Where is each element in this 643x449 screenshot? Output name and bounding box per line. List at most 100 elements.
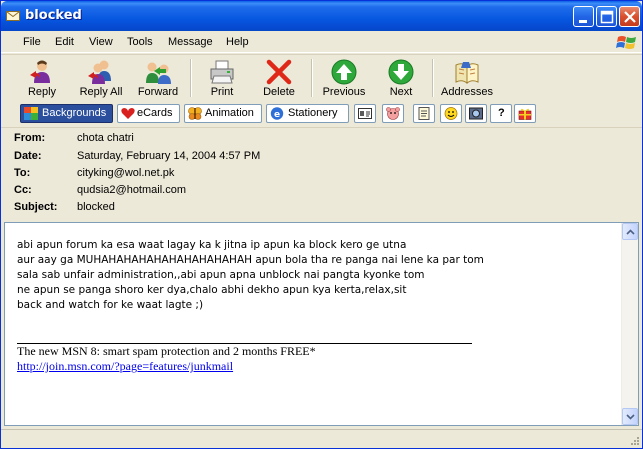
print-label: Print: [210, 86, 234, 98]
reply-label: Reply: [27, 86, 57, 98]
emoticon-animal-button[interactable]: [382, 104, 404, 123]
backgrounds-label: Backgrounds: [42, 107, 107, 119]
status-bar: [1, 429, 642, 448]
camera-icon: [469, 107, 483, 120]
menu-message[interactable]: Message: [168, 36, 213, 48]
menu-view[interactable]: View: [89, 36, 113, 48]
reply-all-button[interactable]: Reply All: [75, 57, 127, 100]
maximize-button[interactable]: [596, 6, 617, 27]
date-value: Saturday, February 14, 2004 4:57 PM: [77, 150, 261, 162]
message-header: From: chota chatri Date: Saturday, Febru…: [1, 127, 642, 221]
to-label: To:: [14, 167, 31, 179]
backgrounds-icon: [24, 107, 38, 120]
animation-button[interactable]: Animation: [184, 104, 262, 123]
chevron-up-icon: [626, 229, 635, 235]
resize-grip-icon[interactable]: [628, 434, 640, 446]
message-line: back and watch for ke waat lagte ;): [17, 299, 204, 311]
address-book-icon: [455, 62, 479, 85]
question-mark-icon: ?: [498, 107, 505, 119]
menu-bar: File Edit View Tools Message Help: [1, 31, 642, 53]
message-line: ne apun se panga shoro ker dya,chalo abh…: [17, 284, 407, 296]
heart-icon: [121, 108, 135, 119]
delete-button[interactable]: Delete: [257, 57, 301, 100]
message-line: aur aay ga MUHAHAHAHAHAHAHAHAHAHAH apun …: [17, 254, 484, 266]
to-value[interactable]: cityking@wol.net.pk: [77, 167, 174, 179]
stationery-label: Stationery: [288, 107, 338, 119]
forward-button[interactable]: Forward: [135, 57, 181, 100]
delete-label: Delete: [263, 86, 295, 98]
contact-card-icon: [358, 108, 372, 119]
message-line: sala sab unfair administration,,abi apun…: [17, 269, 425, 281]
smiley-icon: [444, 107, 458, 120]
title-bar[interactable]: blocked: [1, 1, 642, 31]
subject-label: Subject:: [14, 201, 58, 213]
emoticon-button[interactable]: [440, 104, 462, 123]
toolbar: Reply Reply All Forward Print Delete Pre…: [1, 54, 642, 101]
svg-text:e: e: [274, 110, 280, 120]
notepad-icon: [418, 107, 430, 120]
menu-help[interactable]: Help: [226, 36, 249, 48]
forward-icon: [146, 62, 171, 84]
reply-icon: [30, 60, 50, 83]
animation-label: Animation: [205, 107, 254, 119]
vertical-scrollbar[interactable]: [621, 223, 638, 425]
animal-face-icon: [386, 107, 400, 120]
toolbar-separator: [311, 59, 313, 97]
close-icon: [624, 11, 636, 23]
addresses-button[interactable]: Addresses: [439, 57, 495, 100]
signature-promo: The new MSN 8: smart spam protection and…: [17, 344, 316, 358]
minimize-icon: [579, 20, 587, 23]
next-button[interactable]: Next: [381, 57, 421, 100]
minimize-button[interactable]: [573, 6, 594, 27]
chevron-down-icon: [626, 414, 635, 420]
butterfly-icon: [188, 107, 202, 120]
help-button[interactable]: ?: [490, 104, 512, 123]
menu-tools[interactable]: Tools: [127, 36, 153, 48]
menu-edit[interactable]: Edit: [55, 36, 74, 48]
ecards-label: eCards: [137, 107, 173, 119]
toolbar-separator: [190, 59, 192, 97]
gift-button[interactable]: [514, 104, 536, 123]
cc-label: Cc:: [14, 184, 32, 196]
gift-icon: [518, 108, 532, 120]
maximize-icon: [600, 10, 614, 24]
stationery-toolbar: Backgrounds eCards Animation e Stationer…: [1, 102, 642, 126]
contact-card-button[interactable]: [354, 104, 376, 123]
arrow-up-icon: [331, 59, 357, 85]
ecards-button[interactable]: eCards: [117, 104, 180, 123]
stationery-icon: e: [270, 107, 284, 120]
envelope-icon: [6, 11, 20, 21]
delete-icon: [266, 59, 292, 85]
scroll-up-button[interactable]: [622, 223, 638, 240]
from-value[interactable]: chota chatri: [77, 132, 134, 144]
stationery-button[interactable]: e Stationery: [266, 104, 349, 123]
print-button[interactable]: Print: [201, 57, 243, 100]
addresses-label: Addresses: [441, 86, 493, 98]
message-text: abi apun forum ka esa waat lagay ka k ji…: [17, 238, 484, 313]
signature-link[interactable]: http://join.msn.com/?page=features/junkm…: [17, 359, 316, 374]
arrow-down-icon: [388, 59, 414, 85]
notepad-button[interactable]: [413, 104, 435, 123]
window-title: blocked: [25, 8, 82, 23]
webcam-button[interactable]: [465, 104, 487, 123]
cc-value[interactable]: qudsia2@hotmail.com: [77, 184, 186, 196]
message-window: blocked File Edit View Tools Message Hel…: [0, 0, 643, 449]
reply-button[interactable]: Reply: [19, 57, 65, 100]
toolbar-separator: [432, 59, 434, 97]
close-button[interactable]: [619, 6, 640, 27]
printer-icon: [210, 60, 234, 84]
forward-label: Forward: [137, 86, 179, 98]
signature: The new MSN 8: smart spam protection and…: [17, 344, 316, 374]
reply-all-label: Reply All: [79, 86, 123, 98]
windows-logo-icon: [616, 36, 636, 49]
date-label: Date:: [14, 150, 42, 162]
from-label: From:: [14, 132, 46, 144]
subject-value: blocked: [77, 201, 115, 213]
menu-file[interactable]: File: [23, 36, 41, 48]
scroll-down-button[interactable]: [622, 408, 638, 425]
reply-all-icon: [88, 60, 111, 84]
backgrounds-button[interactable]: Backgrounds: [20, 104, 113, 123]
previous-button[interactable]: Previous: [319, 57, 369, 100]
message-body[interactable]: abi apun forum ka esa waat lagay ka k ji…: [4, 222, 639, 426]
next-label: Next: [389, 86, 413, 98]
